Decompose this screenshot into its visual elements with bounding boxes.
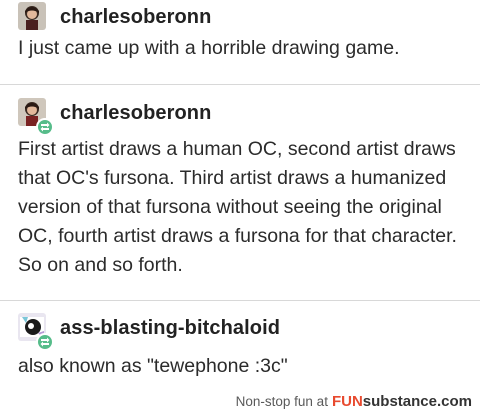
username[interactable]: charlesoberonn [60, 6, 211, 29]
username[interactable]: ass-blasting-bitchaloid [60, 317, 280, 340]
divider [0, 84, 480, 85]
post-text: also known as "tewephone :3c" [18, 355, 288, 377]
post-3-header: ass-blasting-bitchaloid [18, 313, 280, 351]
divider [0, 300, 480, 301]
avatar-image [18, 2, 46, 30]
post-2-header: charlesoberonn [18, 98, 211, 136]
avatar[interactable] [18, 313, 54, 351]
avatar[interactable] [18, 98, 54, 136]
post-1-header: charlesoberonn [18, 2, 211, 32]
avatar[interactable] [18, 2, 48, 32]
watermark-brand-fun: FUN [331, 392, 363, 410]
reblog-icon [36, 118, 54, 136]
username[interactable]: charlesoberonn [60, 102, 211, 125]
post-text: First artist draws a human OC, second ar… [18, 138, 457, 276]
post-text: I just came up with a horrible drawing g… [18, 37, 400, 59]
watermark: Non-stop fun at FUNsubstance.com [0, 390, 480, 412]
watermark-brand-rest: substance.com [362, 392, 472, 410]
watermark-prefix: Non-stop fun at [235, 393, 328, 409]
watermark-brand: FUNsubstance.com [332, 393, 472, 410]
reblog-icon [36, 333, 54, 351]
